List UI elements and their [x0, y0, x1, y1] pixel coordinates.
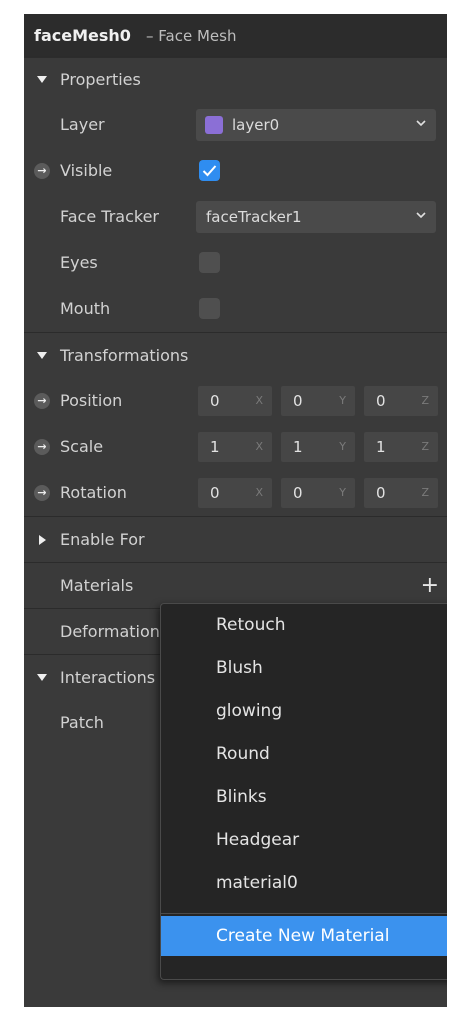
axis-z-label: Z [421, 394, 429, 407]
object-name: faceMesh0 [34, 26, 131, 45]
position-z-field[interactable]: 0Z [364, 386, 438, 416]
menu-item-headgear[interactable]: Headgear [161, 819, 447, 862]
axis-z-label: Z [421, 440, 429, 453]
object-type: – Face Mesh [146, 27, 237, 45]
expand-triangle-icon[interactable] [39, 535, 46, 545]
collapse-triangle-icon[interactable] [37, 352, 47, 359]
axis-y-label: Y [339, 486, 346, 499]
axis-x-label: X [255, 486, 263, 499]
layer-color-swatch [205, 116, 223, 134]
scale-y-value: 1 [293, 438, 303, 456]
section-enable-for[interactable]: Enable For [24, 516, 447, 562]
chevron-down-icon [416, 120, 426, 127]
layer-dropdown[interactable]: layer0 [196, 109, 436, 141]
position-y-field[interactable]: 0Y [281, 386, 355, 416]
chevron-down-icon [416, 212, 426, 219]
scale-row: → Scale 1X 1Y 1Z [24, 424, 447, 470]
menu-item-blush[interactable]: Blush [161, 647, 447, 690]
checkmark-icon [202, 165, 217, 177]
axis-x-label: X [255, 440, 263, 453]
scale-label: Scale [60, 437, 104, 456]
menu-item-round[interactable]: Round [161, 733, 447, 776]
rotation-y-value: 0 [293, 484, 303, 502]
section-transformations-label: Transformations [60, 346, 189, 365]
collapse-triangle-icon[interactable] [37, 674, 47, 681]
scale-y-field[interactable]: 1Y [281, 432, 355, 462]
rotation-x-field[interactable]: 0X [198, 478, 272, 508]
patch-label: Patch [60, 713, 104, 732]
visible-label: Visible [60, 161, 113, 180]
eyes-row: Eyes [24, 240, 447, 286]
connect-arrow-icon[interactable]: → [34, 393, 50, 409]
inspector-panel: faceMesh0 – Face Mesh Properties Layer l… [24, 14, 447, 1007]
eyes-label: Eyes [60, 253, 98, 272]
rotation-row: → Rotation 0X 0Y 0Z [24, 470, 447, 516]
section-properties-label: Properties [60, 70, 141, 89]
layer-value: layer0 [232, 116, 280, 134]
face-tracker-value: faceTracker1 [206, 208, 302, 226]
visible-checkbox[interactable] [199, 160, 220, 181]
scale-x-value: 1 [210, 438, 220, 456]
menu-item-retouch[interactable]: Retouch [161, 604, 447, 647]
inspector-header: faceMesh0 – Face Mesh [24, 14, 447, 58]
axis-y-label: Y [339, 394, 346, 407]
axis-x-label: X [255, 394, 263, 407]
face-tracker-dropdown[interactable]: faceTracker1 [196, 201, 436, 233]
connect-arrow-icon[interactable]: → [34, 485, 50, 501]
face-tracker-row: Face Tracker faceTracker1 [24, 194, 447, 240]
collapse-triangle-icon[interactable] [37, 76, 47, 83]
face-tracker-label: Face Tracker [60, 207, 159, 226]
axis-z-label: Z [421, 486, 429, 499]
materials-row: Materials + [24, 562, 447, 608]
connect-arrow-icon[interactable]: → [34, 439, 50, 455]
position-row: → Position 0X 0Y 0Z [24, 378, 447, 424]
connect-arrow-icon[interactable]: → [34, 163, 50, 179]
section-interactions-label: Interactions [60, 668, 156, 687]
section-enable-for-label: Enable For [60, 530, 145, 549]
menu-item-material0[interactable]: material0 [161, 862, 447, 905]
rotation-z-field[interactable]: 0Z [364, 478, 438, 508]
menu-item-blinks[interactable]: Blinks [161, 776, 447, 819]
rotation-x-value: 0 [210, 484, 220, 502]
mouth-row: Mouth [24, 286, 447, 332]
menu-item-glowing[interactable]: glowing [161, 690, 447, 733]
scale-z-field[interactable]: 1Z [364, 432, 438, 462]
material-menu: Retouch Blush glowing Round Blinks Headg… [160, 603, 447, 980]
position-z-value: 0 [376, 392, 386, 410]
position-x-value: 0 [210, 392, 220, 410]
rotation-y-field[interactable]: 0Y [281, 478, 355, 508]
layer-row: Layer layer0 [24, 102, 447, 148]
scale-x-field[interactable]: 1X [198, 432, 272, 462]
section-transformations[interactable]: Transformations [24, 332, 447, 378]
deformation-label: Deformation [60, 622, 160, 641]
position-x-field[interactable]: 0X [198, 386, 272, 416]
position-label: Position [60, 391, 123, 410]
create-new-material-button[interactable]: Create New Material [161, 916, 447, 956]
eyes-checkbox[interactable] [199, 252, 220, 273]
menu-separator [161, 913, 447, 914]
layer-label: Layer [60, 115, 105, 134]
section-properties[interactable]: Properties [24, 56, 447, 102]
rotation-label: Rotation [60, 483, 127, 502]
axis-y-label: Y [339, 440, 346, 453]
materials-label: Materials [60, 576, 134, 595]
position-y-value: 0 [293, 392, 303, 410]
rotation-z-value: 0 [376, 484, 386, 502]
visible-row: → Visible [24, 148, 447, 194]
mouth-checkbox[interactable] [199, 298, 220, 319]
scale-z-value: 1 [376, 438, 386, 456]
mouth-label: Mouth [60, 299, 111, 318]
